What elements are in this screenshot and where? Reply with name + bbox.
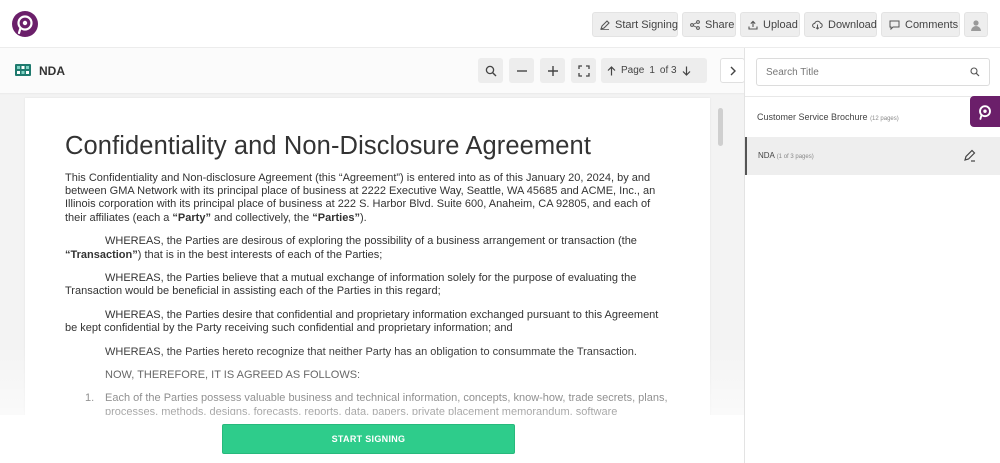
search-icon[interactable] <box>970 67 980 77</box>
start-signing-primary-button[interactable]: START SIGNING <box>222 424 515 454</box>
document-item-pages: (12 pages) <box>870 116 899 122</box>
document-page: Confidentiality and Non-Disclosure Agree… <box>25 98 710 415</box>
zoom-out-button[interactable] <box>509 58 534 83</box>
whereas1-text-a: WHEREAS, the Parties are desirous of exp… <box>105 235 637 248</box>
title-search <box>756 58 990 86</box>
search-icon <box>485 65 496 76</box>
top-toolbar: Start Signing Share Upload Download Comm… <box>0 0 1000 48</box>
clause-1: 1. Each of the Parties possess valuable … <box>65 392 670 415</box>
zoom-in-button[interactable] <box>540 58 565 83</box>
document-item-name: Customer Service Brochure <box>757 112 868 122</box>
pen-icon <box>600 19 610 30</box>
upload-label: Upload <box>763 18 798 31</box>
whereas-paragraph-2: WHEREAS, the Parties believe that a mutu… <box>65 271 637 298</box>
whereas-paragraph-3: WHEREAS, the Parties desire that confide… <box>65 308 659 335</box>
cloud-download-icon <box>812 20 823 30</box>
brand-badge-icon[interactable] <box>970 96 1000 127</box>
comment-icon <box>889 20 900 30</box>
edit-icon[interactable] <box>963 149 976 162</box>
now-therefore-paragraph: NOW, THEREFORE, IT IS AGREED AS FOLLOWS: <box>105 368 361 381</box>
download-button[interactable]: Download <box>804 12 877 37</box>
chevron-right-icon <box>730 66 736 75</box>
sidebar-divider <box>745 96 1000 97</box>
whereas-paragraph-4: WHEREAS, the Parties hereto recognize th… <box>105 345 637 358</box>
document-viewport[interactable]: Confidentiality and Non-Disclosure Agree… <box>0 95 744 415</box>
collapse-sidebar-button[interactable] <box>720 58 745 83</box>
comments-label: Comments <box>905 18 959 31</box>
start-signing-button[interactable]: Start Signing <box>592 12 678 37</box>
document-item-label: NDA (1 of 3 pages) <box>758 151 814 160</box>
user-icon <box>971 19 981 31</box>
document-item-pages: (1 of 3 pages) <box>776 154 814 160</box>
document-list-item[interactable]: Customer Service Brochure (12 pages) <box>745 98 1000 136</box>
share-label: Share <box>705 18 735 31</box>
total-pages-label: of 3 <box>659 65 677 76</box>
intro-text-b: and collectively, the <box>210 211 313 224</box>
share-button[interactable]: Share <box>682 12 736 37</box>
transaction-term: “Transaction” <box>65 248 138 261</box>
search-document-button[interactable] <box>478 58 503 83</box>
parties-term: “Parties” <box>312 211 360 224</box>
user-avatar[interactable] <box>964 12 988 37</box>
plus-icon <box>547 65 558 76</box>
title-search-input[interactable] <box>757 59 957 85</box>
document-title: NDA <box>39 64 65 78</box>
fullscreen-button[interactable] <box>571 58 596 83</box>
document-scrollbar[interactable] <box>718 108 723 146</box>
party-term: “Party” <box>172 211 211 224</box>
document-item-label: Customer Service Brochure (12 pages) <box>757 112 899 122</box>
document-list-sidebar: Customer Service Brochure (12 pages) NDA… <box>744 48 1000 463</box>
share-icon <box>690 19 700 30</box>
arrow-down-icon[interactable] <box>682 66 691 76</box>
brand-logo-icon[interactable] <box>12 11 38 37</box>
arrow-up-icon[interactable] <box>607 65 616 76</box>
current-page-number[interactable]: 1 <box>649 65 655 76</box>
whereas-paragraph-1: WHEREAS, the Parties are desirous of exp… <box>65 235 670 262</box>
clause-number: 1. <box>85 392 95 405</box>
clause-text: Each of the Parties possess valuable bus… <box>105 392 668 415</box>
minus-icon <box>516 69 527 72</box>
document-item-name: NDA <box>758 151 775 160</box>
page-label: Page <box>621 65 645 76</box>
whereas1-text-b: ) that is in the best interests of each … <box>137 248 383 261</box>
signing-footer: START SIGNING <box>0 415 744 463</box>
document-type-icon <box>15 64 31 76</box>
upload-button[interactable]: Upload <box>740 12 800 37</box>
start-signing-label: Start Signing <box>615 18 678 31</box>
document-list-item-active[interactable]: NDA (1 of 3 pages) <box>745 137 1000 175</box>
page-navigator: Page 1 of 3 <box>601 58 707 83</box>
fullscreen-icon <box>577 64 590 77</box>
agreement-title: Confidentiality and Non-Disclosure Agree… <box>65 132 592 160</box>
download-label: Download <box>828 18 877 31</box>
upload-icon <box>748 20 758 30</box>
intro-text-c: ). <box>359 211 367 224</box>
intro-paragraph: This Confidentiality and Non-disclosure … <box>65 172 670 226</box>
document-header: NDA Page 1 of 3 <box>0 48 745 94</box>
comments-button[interactable]: Comments <box>881 12 960 37</box>
